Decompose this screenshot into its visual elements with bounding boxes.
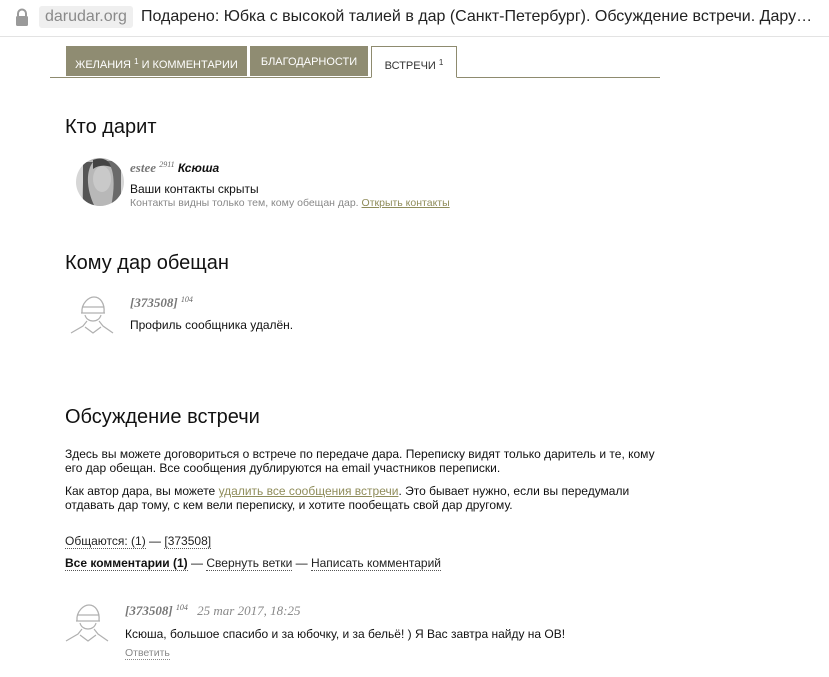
talking-sep: — (145, 534, 165, 548)
lock-icon (16, 8, 28, 26)
tab-thanks[interactable]: Благодарности (250, 46, 368, 76)
contacts-note-text: Контакты видны только тем, кому обещан д… (130, 197, 359, 209)
comments-controls: Все комментарии (1) — Свернуть ветки — Н… (65, 556, 441, 571)
giver-karma: 2911 (159, 160, 175, 169)
tab-wishes-label: Желания (75, 59, 131, 71)
reply-link[interactable]: Ответить (125, 647, 170, 660)
discussion-heading: Обсуждение встречи (65, 406, 260, 428)
giver-real-name: Ксюша (177, 161, 220, 175)
tab-wishes[interactable]: Желания 1 и комментарии (66, 46, 247, 76)
tab-meetings-count: 1 (438, 58, 444, 67)
tab-thanks-label: Благодарности (260, 56, 358, 68)
giver-heading: Кто дарит (65, 116, 157, 138)
promised-username[interactable]: [373508] (130, 295, 178, 310)
avatar-commenter[interactable] (62, 601, 112, 651)
author-note-line2: отдавать дар тому, с кем вели переписку,… (65, 498, 513, 512)
tab-meetings[interactable]: Встречи 1 (371, 46, 457, 78)
comment-karma: 104 (175, 603, 188, 612)
tab-meetings-label: Встречи (384, 60, 436, 72)
controls-sep1: — (187, 556, 207, 570)
promised-status: Профиль сообщника удалён. (130, 318, 294, 332)
promised-heading: Кому дар обещан (65, 252, 229, 274)
open-contacts-link[interactable]: Открыть контакты (362, 197, 450, 209)
tab-bar: Желания 1 и комментарии Благодарности Вс… (50, 46, 660, 78)
talking-line: Общаются: (1) — [373508] (65, 534, 212, 549)
url-page-title: Подарено: Юбка с высокой талией в дар (С… (141, 8, 813, 25)
author-note-suffix: . Это бывает нужно, если вы передумали (398, 484, 630, 498)
controls-sep2: — (292, 556, 311, 570)
comment-header: [373508] 104 25 mar 2017, 18:25 (125, 603, 300, 619)
discussion-intro-line2: его дар обещан. Все сообщения дублируютс… (65, 461, 501, 475)
url-domain[interactable]: darudar.org (39, 6, 133, 28)
comment-username[interactable]: [373508] (125, 603, 173, 618)
promised-karma: 104 (180, 295, 193, 304)
discussion-intro-line1: Здесь вы можете договориться о встрече п… (65, 447, 655, 461)
comment-text: Ксюша, большое спасибо и за юбочку, и за… (125, 627, 566, 641)
giver-username[interactable]: estee (130, 160, 156, 175)
discussion-author-note: Как автор дара, вы можете удалить все со… (65, 484, 665, 512)
write-comment-link[interactable]: Написать комментарий (310, 556, 441, 571)
giver-user: estee 2911 Ксюша (130, 160, 219, 176)
comment-actions: Ответить (125, 647, 170, 660)
promised-user: [373508] 104 (130, 295, 193, 311)
contacts-hidden-text: Ваши контакты скрыты (130, 182, 259, 196)
discussion-intro: Здесь вы можете договориться о встрече п… (65, 447, 665, 475)
tab-wishes-label2: и комментарии (138, 59, 238, 71)
author-note-prefix: Как автор дара, вы можете (65, 484, 219, 498)
all-comments-link[interactable]: Все комментарии (1) (65, 556, 188, 571)
avatar-deleted-user[interactable] (67, 293, 117, 343)
avatar-giver[interactable] (75, 157, 125, 207)
talking-count-link[interactable]: Общаются: (1) (65, 534, 146, 549)
contacts-note: Контакты видны только тем, кому обещан д… (130, 197, 450, 209)
talking-user-link[interactable]: [373508] (164, 534, 212, 549)
address-bar[interactable]: darudar.org Подарено: Юбка с высокой тал… (0, 0, 829, 37)
collapse-threads-link[interactable]: Свернуть ветки (206, 556, 293, 571)
delete-messages-link[interactable]: удалить все сообщения встречи (219, 484, 399, 498)
comment-date: 25 mar 2017, 18:25 (197, 603, 301, 618)
